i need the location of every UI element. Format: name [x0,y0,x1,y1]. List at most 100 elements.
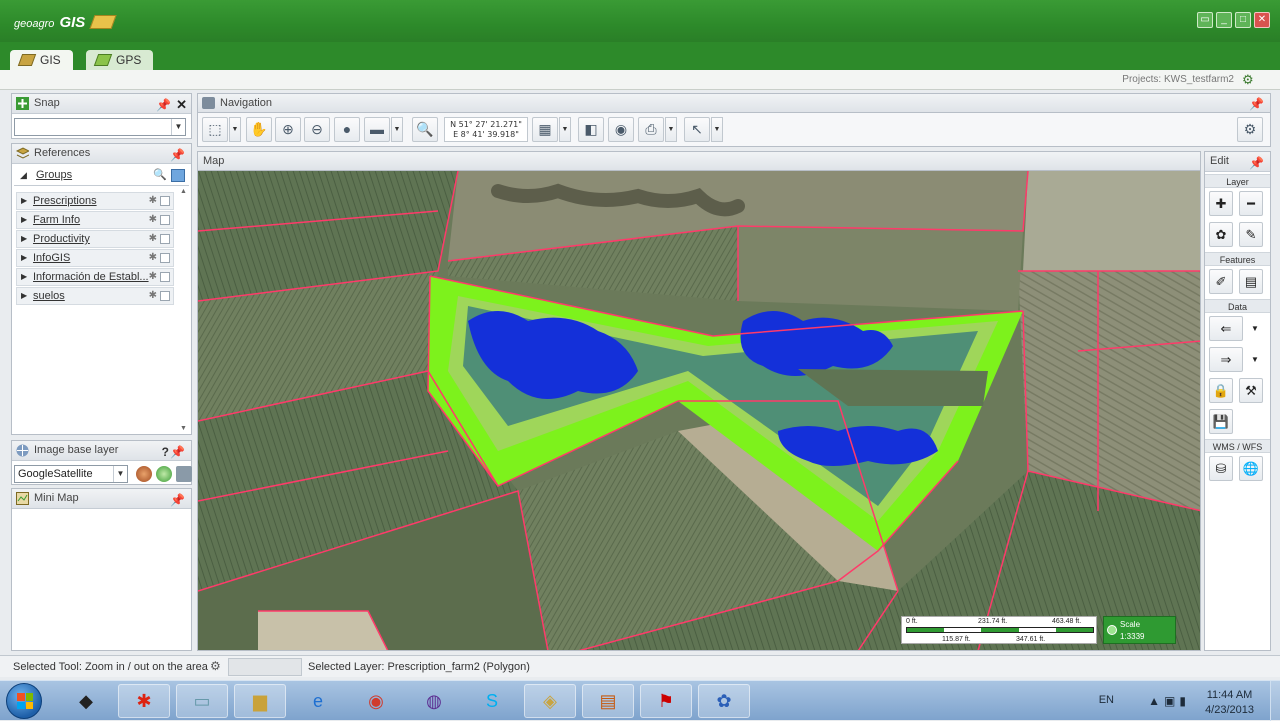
geoagro-gis-icon[interactable]: ◈ [524,684,576,718]
language-indicator[interactable]: EN [1099,694,1114,706]
chevron-down-icon[interactable]: ▼ [391,117,403,142]
project-settings-icon[interactable]: ⚙ [1242,72,1258,88]
show-desktop-button[interactable] [1270,681,1280,721]
visibility-checkbox[interactable] [160,196,170,206]
pin-icon[interactable]: 📌 [170,443,185,462]
internet-explorer-icon[interactable]: e [292,684,344,718]
list-item[interactable]: ▶ InfoGIS ✱ [16,249,174,267]
chevron-down-icon[interactable]: ▼ [559,117,571,142]
settings-icon[interactable]: ✱ [149,231,157,247]
close-icon[interactable]: ✕ [176,95,187,114]
chevron-down-icon[interactable]: ▼ [229,117,241,142]
expand-icon[interactable]: ▶ [21,250,27,266]
export-data-icon[interactable]: ⇒ [1209,347,1243,372]
list-item[interactable]: ▶ Información de Establ... ✱ [16,268,174,286]
document-app-icon[interactable]: ▤ [582,684,634,718]
refresh-icon[interactable] [156,466,172,482]
brightness-icon[interactable] [136,466,152,482]
restore-icon[interactable]: ▭ [1197,12,1213,28]
settings-icon[interactable]: ✱ [149,269,157,285]
visibility-checkbox[interactable] [160,215,170,225]
wfs-icon[interactable]: 🌐 [1239,456,1263,481]
scroll-down-icon[interactable]: ▼ [180,425,187,432]
clock[interactable]: 11:44 AM 4/23/2013 [1205,688,1254,718]
edit-layer-icon[interactable]: ✎ [1239,222,1263,247]
settings-icon[interactable]: ✱ [149,193,157,209]
start-button[interactable] [6,683,42,719]
print-icon[interactable]: ⎙ [638,117,664,142]
select-tool-icon[interactable]: ⬚ [202,117,228,142]
expand-icon[interactable]: ▶ [21,231,27,247]
help-icon[interactable]: ? [162,443,169,462]
feature-table-icon[interactable]: ▤ [1239,269,1263,294]
list-item[interactable]: ▶ Farm Info ✱ [16,211,174,229]
chevron-down-icon[interactable]: ▼ [1245,316,1265,341]
base-layer-select[interactable]: GoogleSatellite ▼ [14,465,128,483]
zoom-out-icon[interactable]: ⊖ [304,117,330,142]
pin-icon[interactable]: 📌 [170,491,185,510]
pin-icon[interactable]: 📌 [156,96,171,115]
scroll-up-icon[interactable]: ▲ [180,188,187,195]
list-item[interactable]: ▶ Prescriptions ✱ [16,192,174,210]
visibility-checkbox[interactable] [160,234,170,244]
data-tool-icon[interactable]: ⚒ [1239,378,1263,403]
settings-icon[interactable]: ✱ [149,288,157,304]
settings-app-icon[interactable]: ✿ [698,684,750,718]
pin-icon[interactable]: 📌 [1249,95,1264,113]
expand-icon[interactable]: ▶ [21,288,27,304]
chevron-down-icon[interactable]: ▼ [171,119,185,135]
paint-app-icon[interactable]: ✱ [118,684,170,718]
settings-icon[interactable]: ✱ [149,250,157,266]
edit-feature-icon[interactable]: ✐ [1209,269,1233,294]
visibility-checkbox[interactable] [160,272,170,282]
save-icon[interactable] [176,466,192,482]
pan-hand-icon[interactable]: ✋ [246,117,272,142]
minimize-icon[interactable]: _ [1216,12,1232,28]
media-app-icon[interactable]: ◍ [408,684,460,718]
inkscape-icon[interactable]: ◆ [60,684,112,718]
expand-icon[interactable]: ▶ [21,269,27,285]
chevron-down-icon[interactable]: ▼ [711,117,723,142]
expand-icon[interactable]: ▶ [21,212,27,228]
acrobat-icon[interactable]: ⚑ [640,684,692,718]
list-item[interactable]: ▶ Productivity ✱ [16,230,174,248]
settings-icon[interactable]: ⚙ [1237,117,1263,142]
wms-icon[interactable]: ⛁ [1209,456,1233,481]
chevron-down-icon[interactable]: ▼ [113,466,127,482]
snap-select[interactable]: ▼ [14,118,186,136]
tab-gis[interactable]: GIS [10,50,73,70]
layer-style-icon[interactable]: ✿ [1209,222,1233,247]
tab-gps[interactable]: GPS [86,50,154,70]
info-pointer-icon[interactable]: ↖ [684,117,710,142]
measure-icon[interactable]: ◧ [578,117,604,142]
add-layer-icon[interactable]: ✚ [1209,191,1233,216]
identify-icon[interactable]: 🔍 [412,117,438,142]
chrome-icon[interactable]: ◉ [350,684,402,718]
visibility-checkbox[interactable] [160,253,170,263]
table-icon[interactable]: ▦ [532,117,558,142]
search-icon[interactable]: 🔍 [153,166,167,185]
satellite-map[interactable] [198,171,1201,651]
chevron-down-icon[interactable]: ▼ [665,117,677,142]
map-canvas[interactable]: 0 ft. 231.74 ft. 463.48 ft. 115.87 ft. 3… [197,171,1201,651]
chevron-down-icon[interactable]: ▼ [1245,347,1265,372]
folder-icon[interactable]: ▆ [234,684,286,718]
settings-icon[interactable]: ✱ [149,212,157,228]
maximize-icon[interactable]: □ [1235,12,1251,28]
expand-icon[interactable]: ▶ [21,193,27,209]
zoom-in-icon[interactable]: ⊕ [275,117,301,142]
full-extent-icon[interactable]: ● [334,117,360,142]
notepad-icon[interactable]: ▭ [176,684,228,718]
pin-icon[interactable]: 📌 [1249,154,1264,173]
pin-icon[interactable]: 📌 [170,146,185,165]
save-data-icon[interactable]: 💾 [1209,409,1233,434]
collapse-icon[interactable]: ◢ [20,166,27,185]
tray-icons[interactable]: ▲▣▮ [1148,694,1190,708]
layer-extent-icon[interactable]: ▬ [364,117,390,142]
skype-icon[interactable]: S [466,684,518,718]
close-icon[interactable]: ✕ [1254,12,1270,28]
groups-row[interactable]: ◢ Groups 🔍 [14,166,189,186]
visibility-checkbox[interactable] [160,291,170,301]
gps-locate-icon[interactable]: ◉ [608,117,634,142]
toggle-visibility-icon[interactable] [171,169,185,182]
